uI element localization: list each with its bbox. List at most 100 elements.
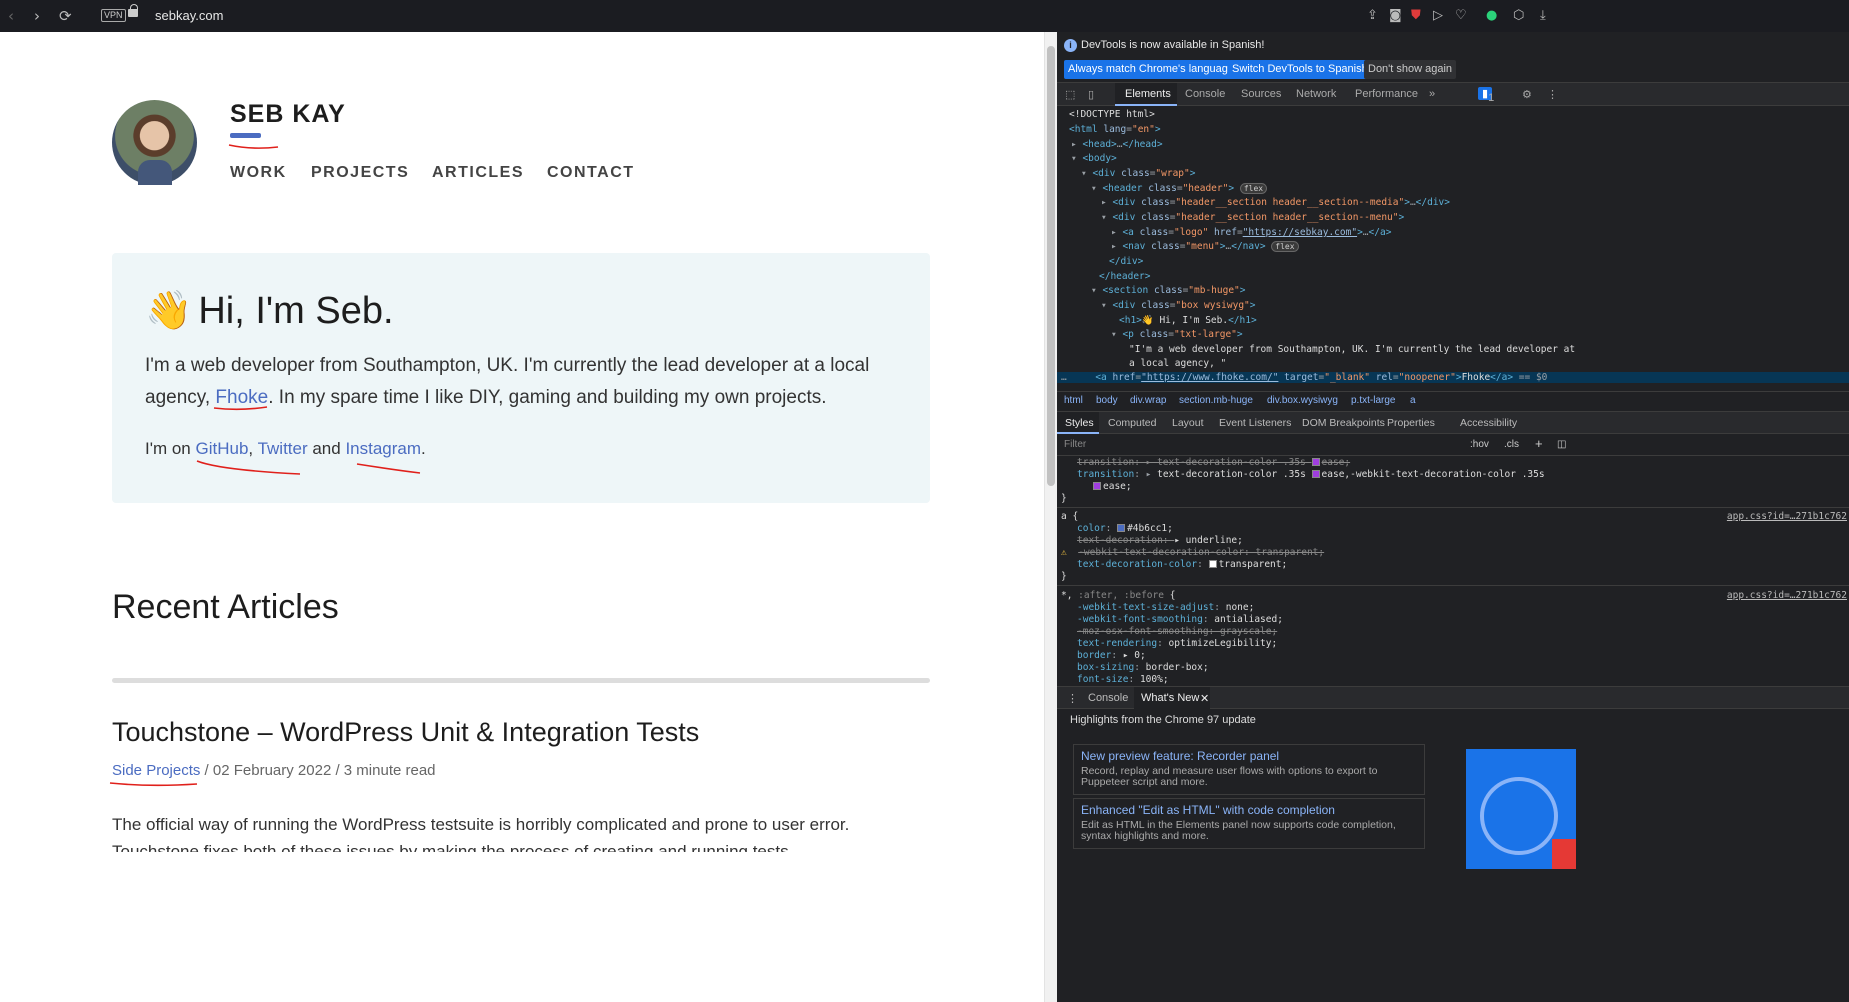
dom-line[interactable]: ▾ <div class="box wysiwyg"> — [1101, 300, 1256, 311]
article-category-link[interactable]: Side Projects — [112, 762, 200, 779]
vpn-badge[interactable]: VPN — [101, 9, 126, 22]
dom-line[interactable]: ▾ <header class="header"> flex — [1091, 183, 1268, 194]
avatar[interactable] — [112, 100, 197, 185]
more-tabs-icon[interactable]: » — [1429, 88, 1435, 100]
dom-line[interactable]: ▸ <nav class="menu">…</nav> flex — [1111, 241, 1299, 252]
subtab-accessibility[interactable]: Accessibility — [1460, 417, 1517, 429]
switch-spanish-button[interactable]: Switch DevTools to Spanish — [1228, 60, 1372, 79]
dom-line[interactable]: ▾ <body> — [1071, 153, 1117, 164]
kebab-menu-icon[interactable]: ⋮ — [1547, 88, 1558, 101]
toggle-sidebar-icon[interactable]: ◫ — [1557, 439, 1566, 450]
tab-network[interactable]: Network — [1296, 88, 1336, 100]
dom-line[interactable]: a local agency, " — [1129, 358, 1226, 369]
shield-icon[interactable]: ⛊ — [1411, 8, 1421, 23]
dom-line[interactable]: </div> — [1109, 256, 1143, 267]
css-selector[interactable]: a { — [1061, 511, 1078, 522]
crumb-a[interactable]: a — [1410, 395, 1416, 406]
share-icon[interactable]: ⇪ — [1367, 8, 1378, 23]
crumb-p[interactable]: p.txt-large — [1351, 395, 1395, 406]
subtab-styles[interactable]: Styles — [1065, 417, 1094, 429]
inspect-icon[interactable]: ⬚ — [1065, 88, 1075, 101]
github-link[interactable]: GitHub — [196, 439, 249, 458]
dom-line[interactable]: ▸ <a class="logo" href="https://sebkay.c… — [1111, 227, 1391, 238]
cube-icon[interactable]: ⬡ — [1513, 8, 1524, 23]
css-line[interactable]: -moz-osx-font-smoothing: grayscale; — [1077, 626, 1277, 637]
css-selector[interactable]: *, :after, :before { — [1061, 590, 1175, 601]
css-source-link[interactable]: app.css?id=…271b1c762 — [1727, 511, 1847, 522]
crumb-section[interactable]: section.mb-huge — [1179, 395, 1253, 406]
subtab-properties[interactable]: Properties — [1387, 417, 1435, 429]
crumb-html[interactable]: html — [1064, 395, 1083, 406]
dom-line[interactable]: <html lang="en"> — [1069, 124, 1161, 135]
css-line[interactable]: text-rendering: optimizeLegibility; — [1077, 638, 1277, 649]
css-line[interactable]: -webkit-font-smoothing: antialiased; — [1077, 614, 1283, 625]
twitter-link[interactable]: Twitter — [258, 439, 308, 458]
tab-console[interactable]: Console — [1185, 88, 1225, 100]
crumb-div-wrap[interactable]: div.wrap — [1130, 395, 1167, 406]
dom-line[interactable]: "I'm a web developer from Southampton, U… — [1129, 344, 1575, 355]
account-icon[interactable]: ● — [1486, 8, 1497, 23]
css-line[interactable]: ⚠ -webkit-text-decoration-color: transpa… — [1061, 547, 1324, 558]
device-toggle-icon[interactable]: ▯ — [1088, 88, 1094, 101]
address-bar[interactable]: sebkay.com — [155, 8, 223, 23]
nav-projects[interactable]: PROJECTS — [311, 164, 409, 182]
css-line[interactable]: text-decoration-color: transparent; — [1077, 559, 1287, 570]
subtab-event-listeners[interactable]: Event Listeners — [1219, 417, 1291, 429]
crumb-div-box[interactable]: div.box.wysiwyg — [1267, 395, 1338, 406]
dom-line[interactable]: ▸ <div class="header__section header__se… — [1101, 197, 1450, 208]
css-line[interactable]: transition: ▸ text-decoration-color .35s… — [1077, 469, 1545, 480]
subtab-layout[interactable]: Layout — [1172, 417, 1204, 429]
dom-line[interactable]: ▾ <p class="txt-large"> — [1111, 329, 1243, 340]
whats-new-card[interactable]: Enhanced "Edit as HTML" with code comple… — [1073, 798, 1425, 849]
site-logo[interactable]: SEB KAY — [230, 100, 346, 129]
drawer-tab-whats-new[interactable]: What's New — [1141, 692, 1199, 704]
back-icon[interactable]: ‹ — [8, 7, 14, 25]
css-line[interactable]: border: ▸ 0; — [1077, 650, 1146, 661]
scroll-thumb[interactable] — [1047, 46, 1055, 486]
tab-elements[interactable]: Elements — [1125, 88, 1171, 100]
close-icon[interactable]: ✕ — [1200, 692, 1209, 705]
lock-icon[interactable] — [128, 4, 138, 17]
subtab-computed[interactable]: Computed — [1108, 417, 1156, 429]
cls-button[interactable]: .cls — [1504, 439, 1519, 450]
css-line-color[interactable]: color: #4b6cc1; — [1077, 523, 1173, 534]
camera-icon[interactable]: ◙ — [1389, 8, 1402, 23]
tab-sources[interactable]: Sources — [1241, 88, 1281, 100]
nav-articles[interactable]: ARTICLES — [432, 164, 524, 182]
dom-line[interactable]: <!DOCTYPE html> — [1069, 109, 1155, 120]
dont-show-button[interactable]: Don't show again — [1364, 60, 1457, 79]
forward-icon[interactable]: › — [34, 7, 40, 25]
dom-line[interactable]: </header> — [1099, 271, 1150, 282]
tab-performance[interactable]: Performance — [1355, 88, 1418, 100]
css-line[interactable]: font-size: 100%; — [1077, 674, 1169, 685]
drawer-tab-console[interactable]: Console — [1088, 692, 1128, 704]
match-language-button[interactable]: Always match Chrome's language — [1064, 60, 1238, 79]
issues-badge[interactable]: ▮ 1 — [1478, 87, 1494, 104]
styles-filter-input[interactable]: Filter — [1064, 439, 1086, 450]
dom-line[interactable]: ▾ <section class="mb-huge"> — [1091, 285, 1246, 296]
dom-line[interactable]: ▾ <div class="header__section header__se… — [1101, 212, 1404, 223]
play-icon[interactable]: ▷ — [1433, 8, 1443, 23]
css-line[interactable]: text-decoration: ▸ underline; — [1077, 535, 1243, 546]
css-source-link[interactable]: app.css?id=…271b1c762 — [1727, 590, 1847, 601]
nav-work[interactable]: WORK — [230, 164, 287, 182]
dom-line[interactable]: ▾ <div class="wrap"> — [1081, 168, 1195, 179]
whats-new-card[interactable]: New preview feature: Recorder panel Reco… — [1073, 744, 1425, 795]
download-icon[interactable]: ⤓ — [1540, 8, 1546, 23]
subtab-dom-breakpoints[interactable]: DOM Breakpoints — [1302, 417, 1385, 429]
new-rule-icon[interactable]: + — [1535, 436, 1543, 451]
card-title[interactable]: Enhanced "Edit as HTML" with code comple… — [1081, 803, 1417, 817]
settings-icon[interactable]: ⚙ — [1522, 88, 1532, 101]
crumb-body[interactable]: body — [1096, 395, 1118, 406]
css-line[interactable]: box-sizing: border-box; — [1077, 662, 1209, 673]
drawer-menu-icon[interactable]: ⋮ — [1067, 692, 1078, 705]
article-title[interactable]: Touchstone – WordPress Unit & Integratio… — [112, 717, 699, 748]
fhoke-link[interactable]: Fhoke — [215, 387, 268, 408]
css-line[interactable]: ease; — [1093, 481, 1132, 492]
dom-line[interactable]: <h1>👋 Hi, I'm Seb.</h1> — [1119, 315, 1257, 326]
dom-line-selected[interactable]: … <a href="https://www.fhoke.com/" targe… — [1057, 372, 1849, 383]
heart-icon[interactable]: ♡ — [1455, 8, 1467, 23]
page-scrollbar[interactable] — [1044, 32, 1057, 1002]
css-line[interactable]: -webkit-text-size-adjust: none; — [1077, 602, 1254, 613]
reload-icon[interactable]: ⟳ — [59, 7, 72, 25]
